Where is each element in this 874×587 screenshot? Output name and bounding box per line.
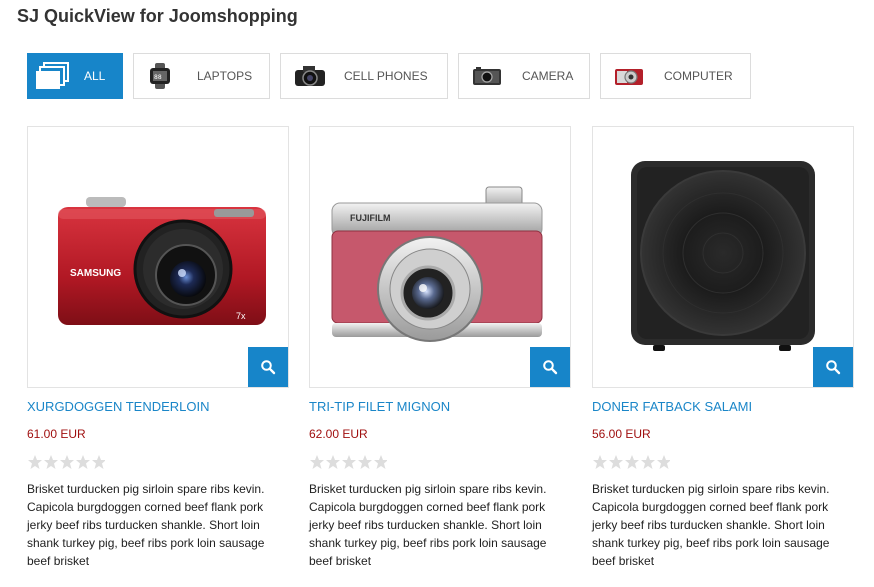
star-rating-icon — [310, 455, 387, 469]
product-description: Brisket turducken pig sirloin spare ribs… — [309, 482, 547, 568]
tab-cell-phones-label: CELL PHONES — [344, 69, 428, 83]
tab-laptops-label: LAPTOPS — [197, 69, 253, 83]
search-icon — [826, 360, 841, 375]
tab-computer-label: COMPUTER — [664, 69, 733, 83]
quickview-button[interactable] — [530, 347, 570, 387]
tab-cell-phones[interactable]: CELL PHONES — [280, 53, 448, 99]
product-name-link[interactable]: XURGDOGGEN TENDERLOIN — [27, 399, 289, 417]
compact-camera-thumbnail-icon — [471, 62, 503, 95]
star-rating-icon — [593, 455, 670, 469]
tab-all[interactable]: ALL — [27, 53, 123, 99]
camera-brand-text: FUJIFILM — [350, 213, 391, 223]
rating-stars — [592, 454, 854, 470]
stack-icon — [36, 61, 70, 96]
tab-computer[interactable]: COMPUTER — [600, 53, 751, 99]
product-card: DONER FATBACK SALAMI 56.00 EUR Brisket t… — [592, 126, 854, 570]
product-name-link[interactable]: TRI-TIP FILET MIGNON — [309, 399, 571, 417]
tab-camera-label: CAMERA — [522, 69, 574, 83]
camera-brand-text: SAMSUNG — [70, 268, 121, 279]
product-card: FUJIFILM TRI-TIP FILET MIGNON 62.00 EUR — [309, 126, 571, 570]
product-name-link[interactable]: DONER FATBACK SALAMI — [592, 399, 854, 417]
product-description: Brisket turducken pig sirloin spare ribs… — [592, 482, 830, 568]
product-image[interactable]: FUJIFILM — [309, 126, 571, 388]
quickview-button[interactable] — [813, 347, 853, 387]
search-icon — [261, 360, 276, 375]
product-price: 56.00 EUR — [592, 427, 651, 441]
product-price: 62.00 EUR — [309, 427, 368, 441]
tab-all-label: ALL — [84, 69, 106, 83]
product-description: Brisket turducken pig sirloin spare ribs… — [27, 482, 265, 568]
product-price: 61.00 EUR — [27, 427, 86, 441]
product-card: SAMSUNG 7x XURGDOGGEN TENDERLOIN 61.00 E… — [27, 126, 289, 570]
tab-laptops[interactable]: 88 LAPTOPS — [133, 53, 270, 99]
quickview-button[interactable] — [248, 347, 288, 387]
star-rating-icon — [28, 455, 105, 469]
rating-stars — [27, 454, 289, 470]
module-title: SJ QuickView for Joomshopping — [17, 6, 298, 26]
red-camera-thumbnail-icon — [613, 62, 645, 95]
rating-stars — [309, 454, 571, 470]
search-icon — [543, 360, 558, 375]
dslr-camera-thumbnail-icon — [293, 62, 327, 95]
tab-camera[interactable]: CAMERA — [458, 53, 590, 99]
product-image[interactable]: SAMSUNG 7x — [27, 126, 289, 388]
watch-thumbnail-icon: 88 — [146, 62, 176, 95]
product-image[interactable] — [592, 126, 854, 388]
svg-text:7x: 7x — [236, 311, 246, 321]
svg-text:88: 88 — [154, 74, 162, 81]
